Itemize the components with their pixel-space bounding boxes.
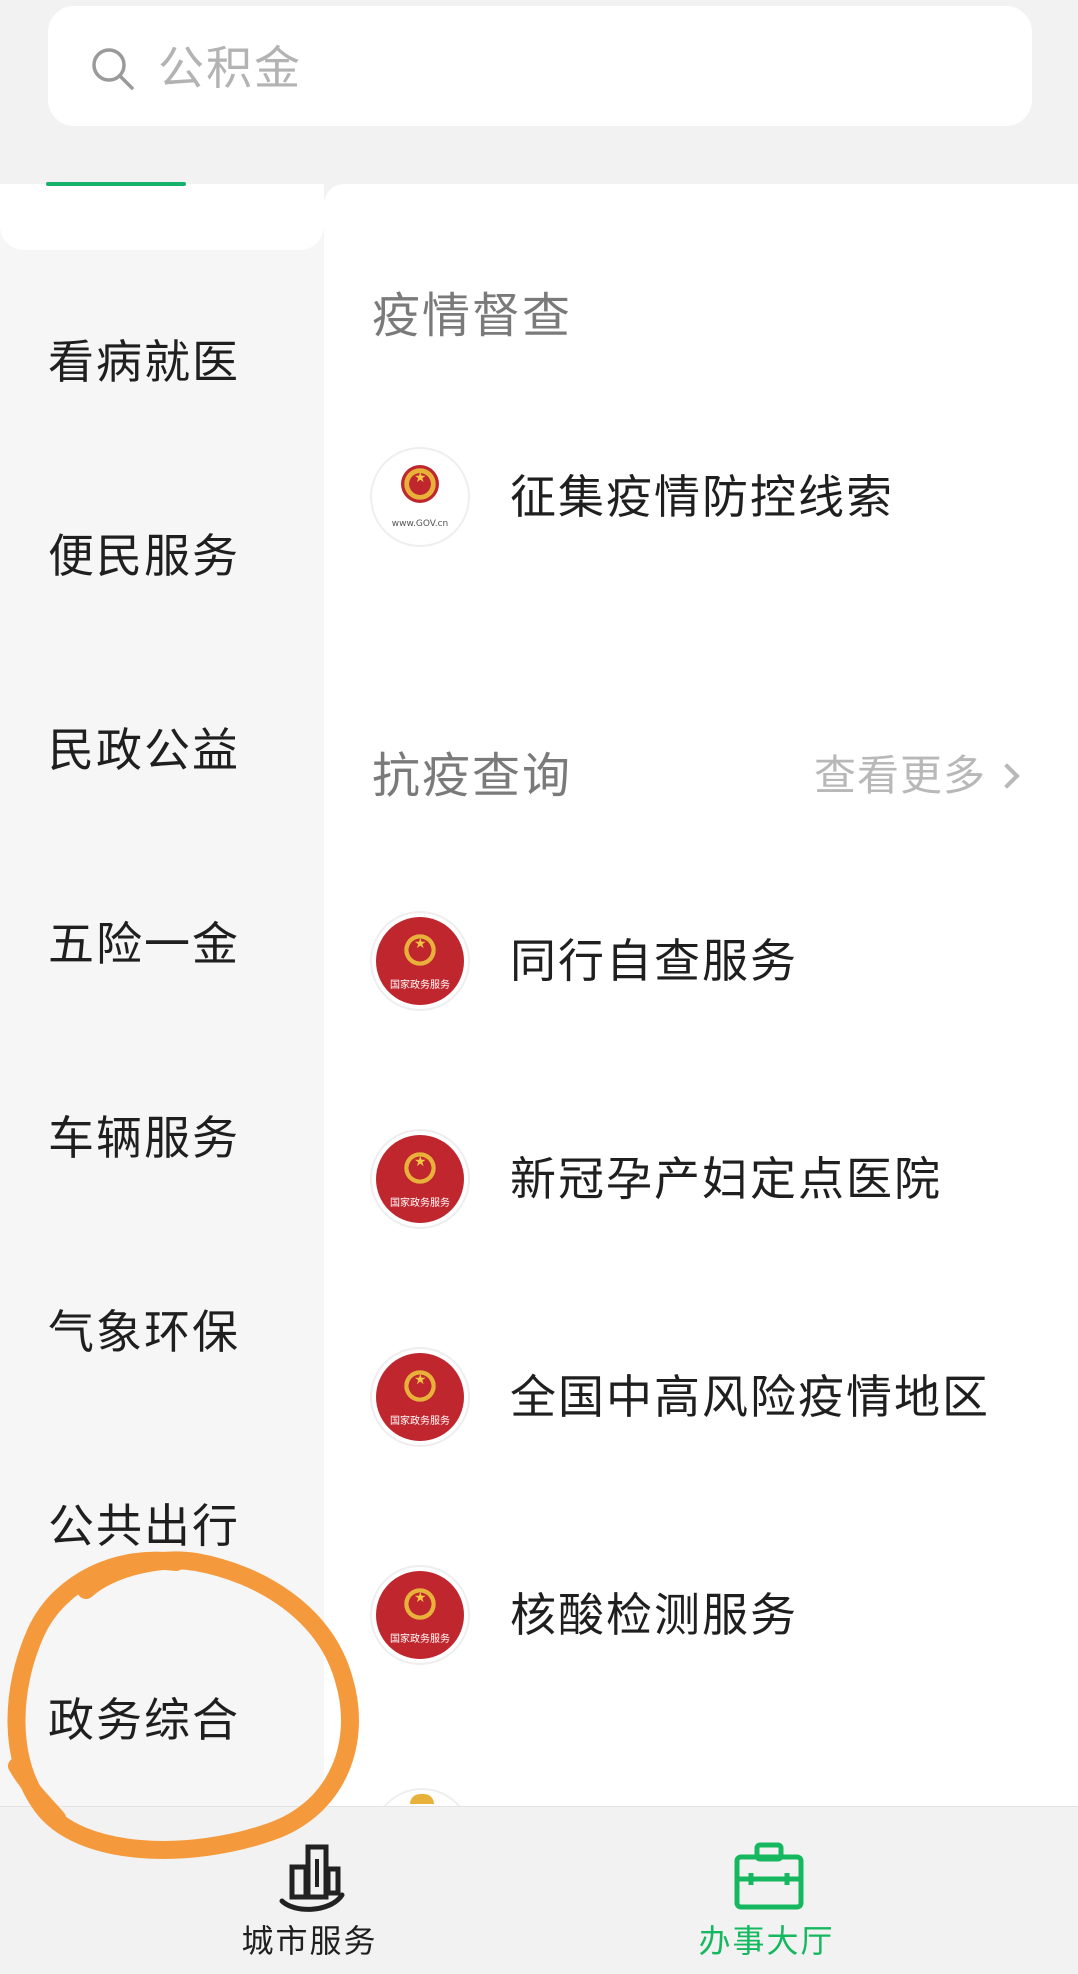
service-item[interactable]: ★ 国家政务服务 核酸检测服务	[370, 1560, 1030, 1670]
section-title-epidemic-supervision: 疫情督查	[372, 288, 573, 344]
view-more-label: 查看更多	[814, 751, 987, 800]
search-placeholder: 公积金	[158, 41, 302, 95]
sidebar-item-government[interactable]: 政务综合	[48, 1692, 240, 1748]
sidebar-item-medical[interactable]: 看病就医	[48, 334, 240, 390]
sidebar-item-transport[interactable]: 公共出行	[48, 1498, 240, 1554]
service-label: 核酸检测服务	[510, 1588, 798, 1642]
section-title-epidemic-query: 抗疫查询	[372, 748, 573, 804]
view-more-link[interactable]: 查看更多	[814, 746, 1020, 806]
tab-label: 办事大厅	[698, 1922, 835, 1960]
tab-city-services[interactable]: 城市服务	[0, 1807, 539, 1974]
sidebar-item-convenience[interactable]: 便民服务	[48, 528, 240, 584]
sidebar-item-civil-affairs[interactable]: 民政公益	[48, 722, 240, 778]
service-item[interactable]: ★ 国家政务服务 全国中高风险疫情地区	[370, 1342, 1030, 1452]
sidebar-item-vehicle[interactable]: 车辆服务	[48, 1110, 240, 1166]
sidebar-active-indicator	[46, 176, 206, 190]
search-icon	[92, 48, 134, 90]
national-gov-service-icon: ★ 国家政务服务	[370, 911, 470, 1011]
service-label: 征集疫情防控线索	[510, 470, 894, 524]
category-sidebar	[0, 184, 324, 1806]
national-gov-service-icon: ★ 国家政务服务	[370, 1347, 470, 1447]
sidebar-selected-item[interactable]	[0, 184, 324, 250]
national-gov-service-icon: ★ 国家政务服务	[370, 1565, 470, 1665]
partial-service-icon	[372, 1788, 472, 1806]
service-item[interactable]: ★ www.GOV.cn 征集疫情防控线索	[370, 442, 1030, 552]
service-label: 同行自查服务	[510, 934, 798, 988]
service-item[interactable]: ★ 国家政务服务 新冠孕产妇定点医院	[370, 1124, 1030, 1234]
briefcase-icon	[734, 1842, 804, 1910]
city-buildings-icon	[279, 1844, 345, 1912]
service-label: 全国中高风险疫情地区	[510, 1370, 990, 1424]
sidebar-item-insurance-fund[interactable]: 五险一金	[48, 916, 240, 972]
chevron-right-icon	[994, 763, 1020, 789]
service-item[interactable]: ★ 国家政务服务 同行自查服务	[370, 906, 1030, 1016]
gov-emblem-icon: ★ www.GOV.cn	[370, 447, 470, 547]
national-gov-service-icon: ★ 国家政务服务	[370, 1129, 470, 1229]
bottom-nav: 城市服务 办事大厅	[0, 1806, 1078, 1974]
service-label: 新冠孕产妇定点医院	[510, 1152, 942, 1206]
sidebar-item-weather[interactable]: 气象环保	[48, 1304, 240, 1360]
app-root: 公积金 看病就医 便民服务 民政公益 五险一金 车辆服务 气象环保 公共出行 政…	[0, 0, 1078, 1974]
tab-service-hall[interactable]: 办事大厅	[539, 1807, 1078, 1974]
search-header: 公积金	[0, 0, 1078, 184]
